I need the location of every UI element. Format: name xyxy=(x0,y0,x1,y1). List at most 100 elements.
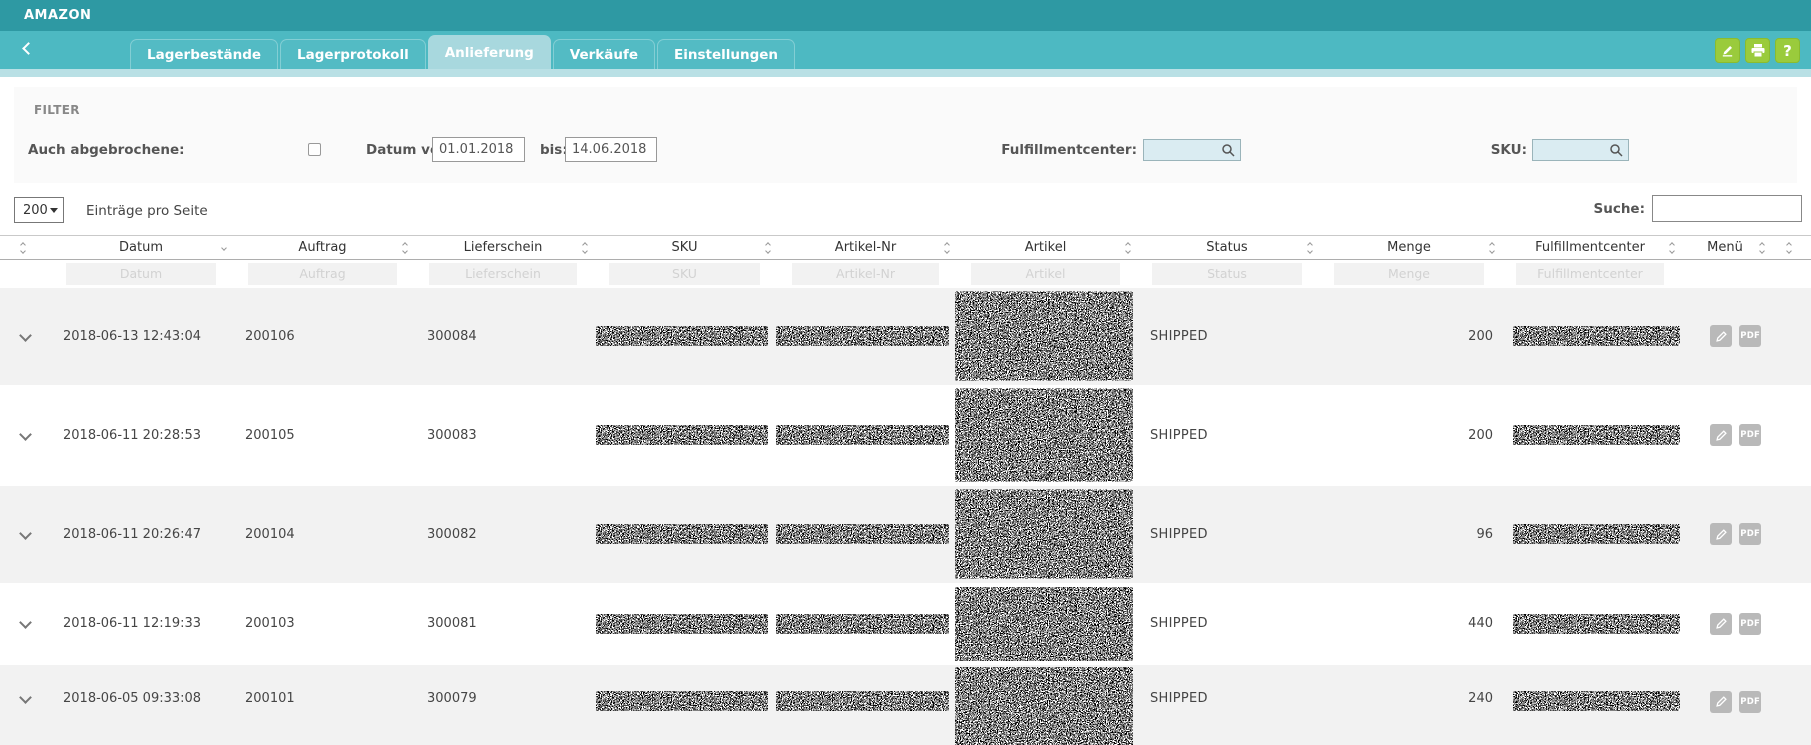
datum-von-input[interactable] xyxy=(432,137,525,162)
redacted-sku-image xyxy=(596,524,768,544)
print-button[interactable] xyxy=(1745,38,1770,63)
tab-lagerbestaende[interactable]: Lagerbestände xyxy=(130,39,278,69)
cell-menge: 200 xyxy=(1318,385,1500,486)
sort-icon xyxy=(766,243,770,253)
header-menge[interactable]: Menge xyxy=(1318,236,1500,260)
row-edit-button[interactable] xyxy=(1710,613,1732,635)
cell-lieferschein: 300084 xyxy=(413,288,593,385)
expand-row-icon[interactable] xyxy=(19,616,32,629)
redacted-artikel-nr-image xyxy=(776,691,949,711)
cell-lieferschein: 300083 xyxy=(413,385,593,486)
table-header-row: Datum Auftrag Lieferschein SKU Artikel-N… xyxy=(0,236,1811,260)
row-pdf-button[interactable]: PDF xyxy=(1739,325,1761,347)
column-filter-row: Datum Auftrag Lieferschein SKU Artikel-N… xyxy=(0,260,1811,288)
cell-auftrag: 200104 xyxy=(232,486,413,583)
header-expand[interactable] xyxy=(0,236,50,260)
help-button[interactable]: ? xyxy=(1775,38,1800,63)
toolbar-actions: ? xyxy=(1715,38,1800,63)
filter-sku-input[interactable]: SKU xyxy=(609,263,759,285)
expand-row-icon[interactable] xyxy=(19,527,32,540)
filter-title: FILTER xyxy=(34,103,80,117)
redacted-artikel-image xyxy=(955,389,1133,482)
row-pdf-button[interactable]: PDF xyxy=(1739,613,1761,635)
expand-row-icon[interactable] xyxy=(19,329,32,342)
header-auftrag[interactable]: Auftrag xyxy=(232,236,413,260)
table-row: 2018-06-11 20:28:53 200105 300083 SHIPPE… xyxy=(0,385,1811,486)
page-size-select[interactable]: 200 xyxy=(14,197,64,223)
page-size-value: 200 xyxy=(15,203,48,218)
tab-lagerprotokoll[interactable]: Lagerprotokoll xyxy=(280,39,426,69)
cell-menge: 96 xyxy=(1318,486,1500,583)
sort-icon xyxy=(1126,243,1130,253)
header-artikel[interactable]: Artikel xyxy=(955,236,1136,260)
sort-icon xyxy=(1308,243,1312,253)
redacted-artikel-nr-image xyxy=(776,326,949,346)
search-label: Suche: xyxy=(1593,201,1645,217)
cell-menge: 440 xyxy=(1318,583,1500,665)
header-lieferschein[interactable]: Lieferschein xyxy=(413,236,593,260)
fulfillmentcenter-search-input[interactable] xyxy=(1143,139,1241,161)
filter-artikel-input[interactable]: Artikel xyxy=(971,263,1119,285)
redacted-artikel-nr-image xyxy=(776,425,949,445)
cell-datum: 2018-06-05 09:33:08 xyxy=(50,665,232,745)
row-pdf-button[interactable]: PDF xyxy=(1739,424,1761,446)
filter-artikel-nr-input[interactable]: Artikel-Nr xyxy=(792,263,939,285)
expand-row-icon[interactable] xyxy=(19,691,32,704)
filter-fulfillmentcenter-input[interactable]: Fulfillmentcenter xyxy=(1516,263,1664,285)
table-row: 2018-06-05 09:33:08 200101 300079 SHIPPE… xyxy=(0,665,1811,745)
sku-search-input[interactable] xyxy=(1532,139,1629,161)
tab-anlieferung[interactable]: Anlieferung xyxy=(428,35,551,69)
printer-icon xyxy=(1750,43,1766,58)
sort-desc-icon xyxy=(222,246,226,250)
cell-menge: 240 xyxy=(1318,665,1500,745)
sort-icon xyxy=(1787,243,1795,253)
header-menu[interactable]: Menü xyxy=(1680,236,1770,260)
table-row: 2018-06-11 12:19:33 200103 300081 SHIPPE… xyxy=(0,583,1811,665)
header-status[interactable]: Status xyxy=(1136,236,1318,260)
pencil-icon xyxy=(1715,330,1728,343)
pencil-icon xyxy=(1715,429,1728,442)
filter-datum-input[interactable]: Datum xyxy=(66,263,215,285)
edit-button[interactable] xyxy=(1715,38,1740,63)
row-pdf-button[interactable]: PDF xyxy=(1739,691,1761,713)
row-edit-button[interactable] xyxy=(1710,523,1732,545)
datum-bis-input[interactable] xyxy=(565,137,657,162)
search-icon xyxy=(1221,143,1236,158)
search-icon xyxy=(1609,143,1624,158)
redacted-fulfillmentcenter-image xyxy=(1513,326,1680,346)
tab-verkaeufe[interactable]: Verkäufe xyxy=(553,39,655,69)
header-datum[interactable]: Datum xyxy=(50,236,232,260)
cell-datum: 2018-06-11 20:26:47 xyxy=(50,486,232,583)
expand-row-icon[interactable] xyxy=(19,428,32,441)
redacted-sku-image xyxy=(596,614,768,634)
sort-icon xyxy=(945,243,949,253)
redacted-artikel-image xyxy=(955,587,1133,661)
filter-lieferschein-input[interactable]: Lieferschein xyxy=(429,263,577,285)
header-extra[interactable] xyxy=(1770,236,1811,260)
back-button[interactable] xyxy=(24,44,35,55)
header-sku[interactable]: SKU xyxy=(593,236,776,260)
redacted-fulfillmentcenter-image xyxy=(1513,425,1680,445)
row-edit-button[interactable] xyxy=(1710,424,1732,446)
cell-datum: 2018-06-13 12:43:04 xyxy=(50,288,232,385)
table-search-input[interactable] xyxy=(1652,195,1802,222)
header-artikel-nr[interactable]: Artikel-Nr xyxy=(776,236,955,260)
sku-label: SKU: xyxy=(1427,137,1527,163)
redacted-sku-image xyxy=(596,425,768,445)
tab-einstellungen[interactable]: Einstellungen xyxy=(657,39,795,69)
anlieferung-table: Datum Auftrag Lieferschein SKU Artikel-N… xyxy=(0,235,1811,745)
row-edit-button[interactable] xyxy=(1710,691,1732,713)
redacted-fulfillmentcenter-image xyxy=(1513,691,1680,711)
filter-status-input[interactable]: Status xyxy=(1152,263,1301,285)
header-fulfillmentcenter[interactable]: Fulfillmentcenter xyxy=(1500,236,1680,260)
redacted-fulfillmentcenter-image xyxy=(1513,614,1680,634)
sort-icon xyxy=(21,243,29,253)
tab-bar: Lagerbestände Lagerprotokoll Anlieferung… xyxy=(0,31,1811,69)
row-pdf-button[interactable]: PDF xyxy=(1739,523,1761,545)
row-edit-button[interactable] xyxy=(1710,325,1732,347)
filter-auftrag-input[interactable]: Auftrag xyxy=(248,263,396,285)
filter-menge-input[interactable]: Menge xyxy=(1334,263,1483,285)
cell-lieferschein: 300079 xyxy=(413,665,593,745)
cell-status: SHIPPED xyxy=(1136,583,1318,665)
abgebrochene-checkbox[interactable] xyxy=(308,143,321,156)
